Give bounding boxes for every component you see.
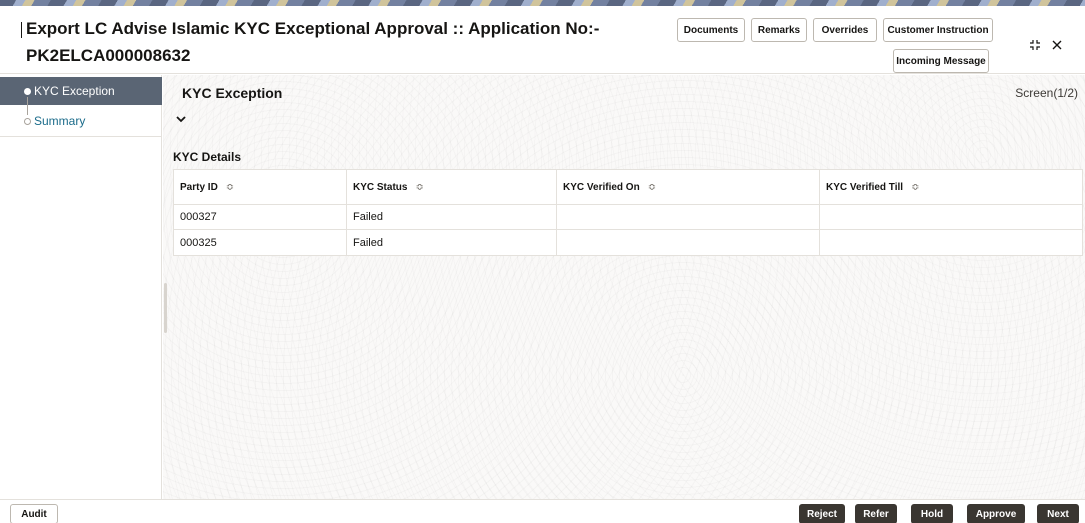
hold-button[interactable]: Hold (911, 504, 953, 523)
next-button[interactable]: Next (1037, 504, 1079, 523)
overrides-button[interactable]: Overrides (813, 18, 877, 42)
table-row[interactable]: 000325 Failed (174, 230, 1082, 255)
kyc-status-cell: Failed (347, 230, 557, 255)
minimize-icon[interactable] (1029, 39, 1041, 53)
app-window: Export LC Advise Islamic KYC Exceptional… (0, 0, 1085, 523)
sidebar-item-label: KYC Exception (34, 84, 115, 98)
audit-button[interactable]: Audit (10, 504, 58, 523)
close-icon[interactable] (1051, 39, 1063, 53)
sort-icon: ≎ (647, 181, 657, 193)
resize-handle[interactable] (164, 283, 167, 333)
footer: Audit Reject Refer Hold Approve Next (0, 499, 1085, 523)
sidebar-item-summary[interactable]: Summary (0, 106, 162, 136)
page-title: Export LC Advise Islamic KYC Exceptional… (20, 19, 600, 38)
column-header-kyc-verified-on[interactable]: KYC Verified On ≎ (557, 170, 820, 204)
reject-button[interactable]: Reject (799, 504, 845, 523)
sort-icon: ≎ (415, 181, 424, 193)
remarks-button[interactable]: Remarks (751, 18, 807, 42)
active-step-icon (24, 87, 31, 95)
incoming-message-button[interactable]: Incoming Message (893, 49, 989, 73)
section-title: KYC Exception (182, 85, 283, 101)
kyc-verified-till-cell (820, 230, 1082, 255)
application-number: PK2ELCA000008632 (26, 46, 191, 65)
main-content: KYC Exception Screen(1/2) KYC Details Pa… (163, 75, 1085, 499)
screen-indicator: Screen(1/2) (1015, 86, 1078, 100)
customer-instruction-button[interactable]: Customer Instruction (883, 18, 993, 42)
party-id-cell: 000327 (174, 205, 347, 229)
table-row[interactable]: 000327 Failed (174, 205, 1082, 230)
sidebar-item-kyc-exception[interactable]: KYC Exception (0, 77, 162, 105)
kyc-verified-till-cell (820, 205, 1082, 229)
kyc-status-cell: Failed (347, 205, 557, 229)
refer-button[interactable]: Refer (855, 504, 897, 523)
kyc-details-table: Party ID ≎ KYC Status ≎ KYC Verified On ≎ K… (173, 169, 1083, 256)
column-header-party-id[interactable]: Party ID ≎ (174, 170, 347, 204)
sort-icon: ≎ (225, 181, 235, 193)
sidebar: KYC Exception Summary (0, 75, 162, 523)
window-controls (1029, 39, 1063, 53)
party-id-cell: 000325 (174, 230, 347, 255)
kyc-verified-on-cell (557, 230, 820, 255)
table-header-row: Party ID ≎ KYC Status ≎ KYC Verified On ≎ K… (174, 170, 1082, 205)
divider (0, 136, 162, 137)
sidebar-item-label: Summary (34, 114, 86, 128)
column-header-kyc-status[interactable]: KYC Status ≎ (347, 170, 557, 204)
approve-button[interactable]: Approve (967, 504, 1025, 523)
kyc-details-title: KYC Details (173, 150, 242, 164)
column-header-kyc-verified-till[interactable]: KYC Verified Till ≎ (820, 170, 1082, 204)
chevron-down-icon[interactable] (175, 111, 187, 127)
sort-icon: ≎ (911, 181, 920, 193)
documents-button[interactable]: Documents (677, 18, 745, 42)
kyc-verified-on-cell (557, 205, 820, 229)
header: Export LC Advise Islamic KYC Exceptional… (0, 6, 1085, 74)
step-icon (24, 117, 31, 125)
